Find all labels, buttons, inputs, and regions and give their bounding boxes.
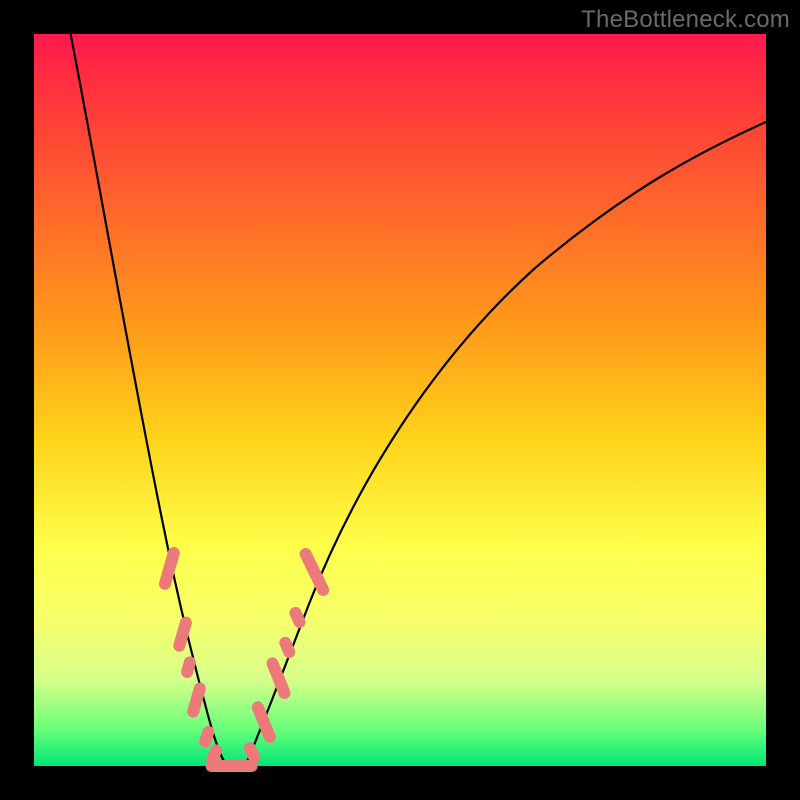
marker-left-3 — [180, 655, 198, 679]
watermark-text: TheBottleneck.com — [581, 6, 790, 34]
curve-left-branch — [71, 34, 226, 764]
plot-area — [34, 34, 766, 766]
marker-right-3 — [265, 656, 293, 701]
marker-right-4 — [277, 635, 297, 660]
marker-right-2 — [250, 699, 278, 744]
bottleneck-curve — [71, 34, 766, 764]
chart-frame: TheBottleneck.com — [0, 0, 800, 800]
curve-svg — [34, 34, 766, 766]
marker-group — [158, 546, 332, 772]
marker-left-1 — [158, 546, 182, 592]
marker-flat — [206, 760, 258, 772]
curve-right-branch — [246, 122, 766, 764]
